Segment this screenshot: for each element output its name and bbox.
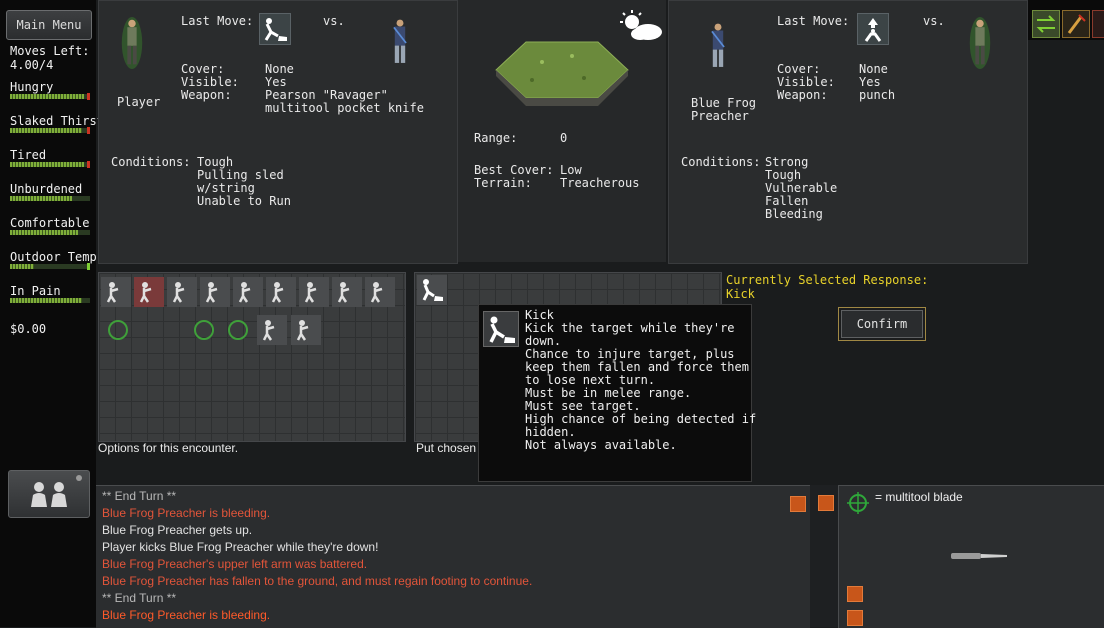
crosshair-icon — [847, 492, 869, 514]
swap-icon[interactable] — [1032, 10, 1060, 38]
log-line: Blue Frog Preacher is bleeding. — [102, 506, 271, 520]
shove-icon[interactable] — [266, 277, 296, 307]
terrain-panel: Range: 0 Best Cover: Low Terrain: Treach… — [458, 0, 666, 262]
terrain-value: Treacherous — [560, 176, 640, 190]
log-line: ** End Turn ** — [102, 591, 177, 605]
terrain-label: Terrain: — [474, 176, 532, 190]
stat-bar — [10, 127, 90, 134]
player-name: Player — [117, 95, 161, 109]
selected-response-label: Currently Selected Response: — [726, 273, 929, 287]
range-label: Range: — [474, 131, 518, 145]
vs-label: vs. — [323, 14, 345, 28]
rush-icon[interactable] — [332, 277, 362, 307]
range-value: 0 — [560, 131, 568, 145]
stat-label: Moves Left: — [10, 44, 90, 58]
options-caption: Options for this encounter. — [98, 441, 239, 455]
intimidate-icon[interactable] — [257, 315, 287, 345]
item-slot-icon[interactable] — [847, 610, 863, 626]
log-line: Blue Frog Preacher has fallen to the gro… — [102, 574, 533, 588]
main-menu-button[interactable]: Main Menu — [6, 10, 92, 40]
character-sheet-button[interactable] — [8, 470, 90, 518]
options-grid — [98, 272, 406, 442]
stat-label: Tired — [10, 148, 47, 162]
stat-bar — [10, 230, 90, 235]
player-panel: Player Last Move: vs. Cover: None Visibl… — [98, 0, 458, 264]
kick-tooltip: Kick Kick the target while they're down. Ch… — [478, 304, 756, 482]
log-scroll-up-icon[interactable] — [790, 496, 806, 512]
wrench-icon[interactable] — [1062, 10, 1090, 38]
stat-bar — [10, 298, 90, 303]
retreat-icon[interactable] — [233, 277, 263, 307]
enemy-figure-icon — [393, 19, 407, 63]
punch-icon[interactable] — [101, 277, 131, 307]
multitool-blade-icon — [951, 553, 1007, 559]
stat-label: In Pain — [10, 284, 61, 298]
enemy-figure-icon — [711, 23, 725, 67]
time-icon[interactable] — [223, 315, 253, 345]
stat-bar — [10, 196, 90, 201]
flag-icon[interactable] — [1092, 10, 1104, 38]
hide-icon[interactable] — [291, 315, 321, 345]
disarm-icon[interactable] — [299, 277, 329, 307]
terrain-tile-icon — [495, 41, 629, 106]
selected-response-value: Kick — [726, 287, 755, 301]
moves-left-value: 4.00/4 — [10, 58, 54, 72]
stat-label: Outdoor Temp — [10, 250, 97, 264]
last-move-label: Last Move: — [777, 14, 850, 28]
chosen-kick-icon[interactable] — [417, 275, 447, 305]
log-line: Blue Frog Preacher gets up. — [102, 523, 253, 537]
grapple-icon[interactable] — [134, 277, 164, 307]
player-figure-icon — [121, 17, 143, 69]
player-figure-icon — [969, 17, 991, 69]
weapon-line: multitool pocket knife — [265, 101, 424, 115]
enemy-name: Preacher — [691, 109, 749, 123]
stat-bar — [10, 263, 90, 270]
combat-log: ** End Turn ** Blue Frog Preacher is blee… — [96, 485, 810, 628]
kick-icon[interactable] — [167, 277, 197, 307]
weapon-label: Weapon: — [181, 88, 232, 102]
confirm-button[interactable]: Confirm — [838, 307, 926, 341]
tooltip-line: Not always available. — [525, 438, 677, 452]
stat-label: Comfortable — [10, 216, 90, 230]
enemy-panel: Blue Frog Preacher Last Move: vs. Cover:… — [668, 0, 1028, 264]
last-move-kick-icon[interactable] — [259, 13, 291, 45]
condition-item: Bleeding — [765, 207, 823, 221]
log-line: Blue Frog Preacher is bleeding. — [102, 608, 271, 622]
last-move-getup-icon[interactable] — [857, 13, 889, 45]
dodge-icon[interactable] — [200, 277, 230, 307]
conditions-label: Conditions: — [111, 155, 191, 169]
top-toolbar — [1028, 0, 1104, 40]
money-readout: $0.00 — [10, 322, 47, 336]
stat-label: Unburdened — [10, 182, 83, 196]
weapon-label: Weapon: — [777, 88, 828, 102]
weapon-value: punch — [859, 88, 896, 102]
equipped-item-panel: = multitool blade — [838, 485, 1104, 628]
conditions-label: Conditions: — [681, 155, 761, 169]
log-line: ** End Turn ** — [102, 489, 177, 503]
log-line: Player kicks Blue Frog Preacher while th… — [102, 540, 379, 554]
vs-label: vs. — [923, 14, 945, 28]
defend-icon[interactable] — [189, 315, 219, 345]
status-sidebar: Main Menu Moves Left: 4.00/4 Hungry Slaked … — [0, 0, 104, 627]
feint-icon[interactable] — [365, 277, 395, 307]
log-scrollbar[interactable] — [810, 485, 838, 627]
wait-icon[interactable] — [103, 315, 133, 345]
party-icon — [31, 475, 82, 507]
scroll-top-icon[interactable] — [818, 495, 834, 511]
item-slot-icon[interactable] — [847, 586, 863, 602]
last-move-label: Last Move: — [181, 14, 254, 28]
stat-bar — [10, 161, 90, 168]
condition-item: Unable to Run — [197, 194, 291, 208]
kick-icon — [483, 311, 519, 347]
stat-label: Slaked Thirst — [10, 114, 104, 128]
item-legend: = multitool blade — [875, 490, 963, 504]
log-line: Blue Frog Preacher's upper left arm was … — [102, 557, 368, 571]
stat-label: Hungry — [10, 80, 54, 94]
stat-bar — [10, 93, 90, 100]
